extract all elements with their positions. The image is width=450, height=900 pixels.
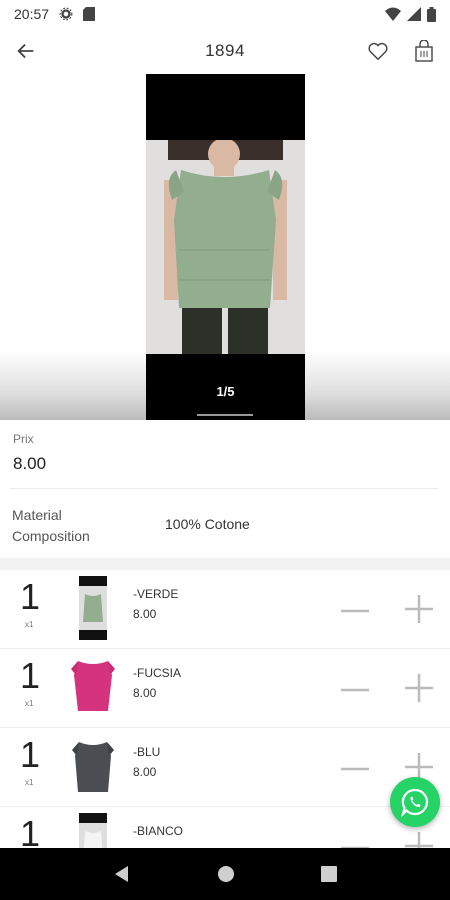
variant-thumbnail	[79, 576, 107, 640]
variant-unit: x1	[25, 778, 34, 787]
back-button[interactable]	[12, 37, 40, 65]
divider	[10, 488, 438, 489]
material-label: Material Composition	[12, 507, 90, 544]
product-info-card: Prix 8.00 Material Composition 100% Coto…	[0, 420, 450, 558]
battery-icon	[427, 6, 436, 22]
variant-name: -VERDE	[133, 587, 179, 601]
variant-quantity: 1	[20, 655, 41, 696]
product-gallery[interactable]: 1/5	[0, 74, 450, 420]
variant-thumbnail	[70, 734, 116, 798]
variant-unit: x1	[25, 620, 34, 629]
app-bar: 1894	[0, 28, 450, 74]
minus-icon[interactable]	[338, 673, 372, 707]
variant-row: 1 x1 -VERDE 8.00	[0, 570, 450, 649]
wifi-icon	[385, 7, 401, 21]
plus-icon[interactable]	[402, 671, 436, 705]
gallery-indicator	[197, 414, 253, 416]
whatsapp-icon	[401, 788, 429, 817]
variant-quantity: 1	[20, 734, 41, 775]
variant-price: 8.00	[133, 607, 157, 621]
blouse-image	[146, 140, 305, 354]
whatsapp-button[interactable]	[390, 777, 440, 827]
price-label: Prix	[13, 432, 34, 446]
status-bar: 20:57	[0, 0, 450, 28]
app-bar-actions	[364, 37, 438, 65]
variant-unit: x1	[25, 699, 34, 708]
home-nav-icon[interactable]	[217, 865, 235, 883]
back-nav-icon[interactable]	[113, 865, 131, 883]
settings-icon	[59, 7, 73, 21]
minus-icon[interactable]	[338, 752, 372, 786]
status-time: 20:57	[14, 6, 50, 22]
product-photo[interactable]	[146, 140, 305, 354]
status-left: 20:57	[14, 6, 96, 22]
price-value: 8.00	[13, 454, 47, 473]
variant-row: 1 x1 -BLU 8.00	[0, 728, 450, 807]
signal-icon	[407, 7, 421, 21]
variant-price: 8.00	[133, 686, 157, 700]
variant-name: -BLU	[133, 745, 161, 759]
system-nav-bar	[0, 848, 450, 900]
variant-quantity: 1	[20, 576, 41, 617]
plus-icon[interactable]	[402, 592, 436, 626]
heart-icon	[368, 42, 388, 61]
shopping-bag-icon	[415, 40, 433, 62]
minus-icon[interactable]	[338, 594, 372, 628]
variant-thumbnail	[70, 655, 116, 719]
gallery-top-letterbox	[146, 74, 305, 140]
recents-nav-icon[interactable]	[321, 866, 337, 882]
favorite-button[interactable]	[364, 37, 392, 65]
variant-name: -FUCSIA	[133, 666, 181, 680]
cart-button[interactable]	[410, 37, 438, 65]
status-right	[385, 6, 436, 22]
material-value: 100% Cotone	[165, 516, 250, 532]
arrow-left-icon	[17, 43, 34, 59]
variant-name: -BIANCO	[133, 824, 184, 838]
sd-card-icon	[83, 7, 96, 21]
variant-price: 8.00	[133, 765, 157, 779]
variant-row: 1 x1 -FUCSIA 8.00	[0, 649, 450, 728]
gallery-counter: 1/5	[216, 384, 235, 399]
